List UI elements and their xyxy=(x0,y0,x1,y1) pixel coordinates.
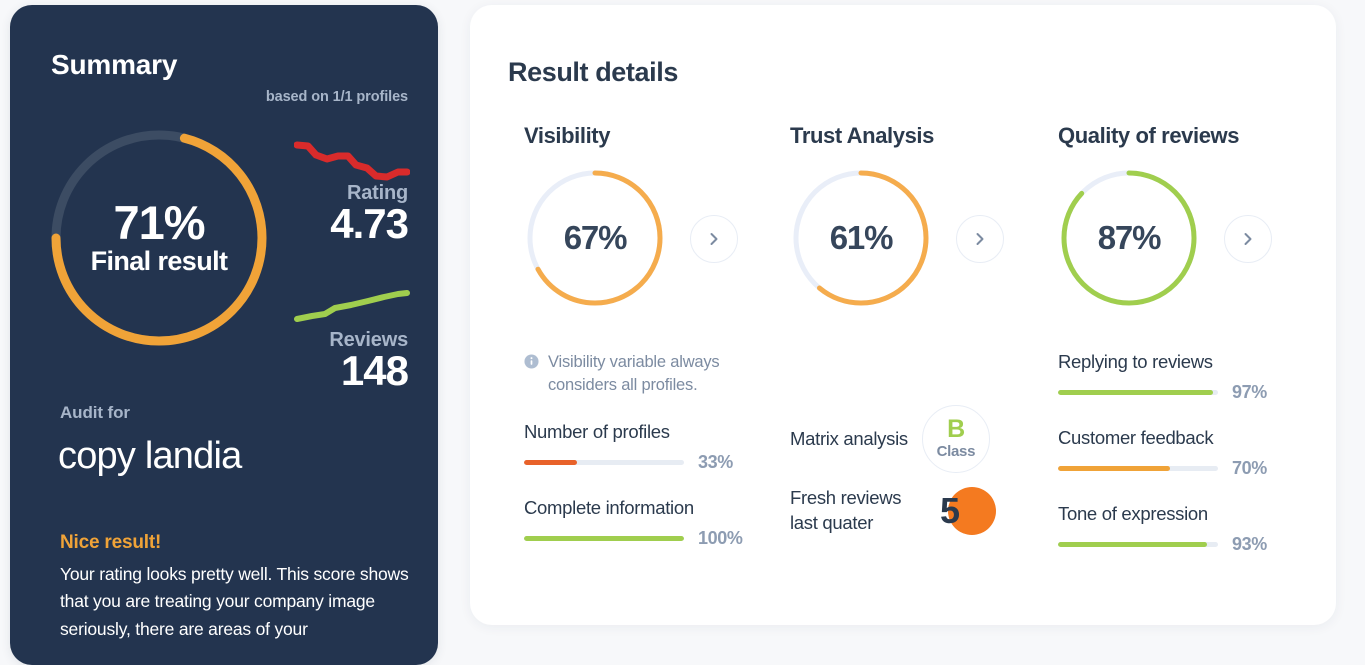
fresh-reviews-row: Fresh reviews last quater 5 xyxy=(790,485,1040,537)
metric-label: Complete information xyxy=(524,497,694,519)
visibility-details-button[interactable] xyxy=(690,215,738,263)
matrix-analysis-label: Matrix analysis xyxy=(790,428,908,449)
metric-value: 97% xyxy=(1232,382,1267,402)
metric-fill xyxy=(524,460,577,466)
column-quality-heading: Quality of reviews xyxy=(1058,123,1240,148)
matrix-analysis-row: Matrix analysis B Class xyxy=(790,405,1040,473)
metric-label: Replying to reviews xyxy=(1058,351,1213,372)
rating-sparkline xyxy=(293,137,411,185)
class-badge: B Class xyxy=(921,405,990,473)
metric-value: 33% xyxy=(698,452,733,473)
trust-donut-value: 61% xyxy=(829,219,894,256)
metric-replying-to-reviews: Replying to reviews 97% xyxy=(1058,351,1318,403)
visibility-info-text: Visibility variable always considers all… xyxy=(548,353,720,395)
column-trust-heading: Trust Analysis xyxy=(790,123,934,148)
rating-value: 4.73 xyxy=(330,200,409,247)
chevron-right-icon xyxy=(710,233,718,245)
quality-details-button[interactable] xyxy=(1224,215,1272,263)
summary-title: Summary xyxy=(51,49,178,80)
reviews-value: 148 xyxy=(340,347,409,394)
reviews-sparkline xyxy=(294,283,410,331)
chevron-right-icon xyxy=(1244,233,1252,245)
visibility-donut-row: 67% xyxy=(524,167,774,309)
metric-fill xyxy=(524,536,684,542)
class-letter: B xyxy=(947,415,965,444)
column-quality-of-reviews: Quality of reviews 87% Replying to revie… xyxy=(1058,123,1318,555)
final-result-text: 71% Final result xyxy=(50,129,268,347)
quality-donut: 87% xyxy=(1058,167,1200,309)
metric-value: 70% xyxy=(1232,458,1267,478)
trust-donut: 61% xyxy=(790,167,932,309)
class-word: Class xyxy=(936,442,976,460)
metric-fill xyxy=(1058,390,1214,395)
company-name: copy landia xyxy=(58,435,242,477)
quality-donut-value: 87% xyxy=(1097,219,1162,256)
final-result-label: Final result xyxy=(90,246,228,277)
metric-value: 93% xyxy=(1232,534,1267,554)
metric-label: Customer feedback xyxy=(1058,427,1214,448)
metric-number-of-profiles: Number of profiles 33% xyxy=(524,421,774,473)
column-visibility: Visibility 67% Visibility variable alway… xyxy=(524,123,774,549)
quality-donut-row: 87% xyxy=(1058,167,1318,309)
metric-track xyxy=(1058,390,1218,395)
metric-track xyxy=(1058,542,1218,547)
metric-label: Tone of expression xyxy=(1058,503,1208,524)
verdict-body: Your rating looks pretty well. This scor… xyxy=(60,564,409,639)
trust-details-button[interactable] xyxy=(956,215,1004,263)
based-on-profiles-label: based on 1/1 profiles xyxy=(265,89,408,105)
metric-complete-information: Complete information 100% xyxy=(524,497,774,549)
metric-tone-of-expression: Tone of expression 93% xyxy=(1058,503,1318,555)
metric-track xyxy=(524,460,684,466)
metric-track xyxy=(524,536,684,542)
metric-customer-feedback: Customer feedback 70% xyxy=(1058,427,1318,479)
metric-fill xyxy=(1058,466,1170,471)
fresh-reviews-label: Fresh reviews last quater xyxy=(790,487,902,533)
metric-value: 100% xyxy=(698,528,743,549)
chevron-right-icon xyxy=(976,233,984,245)
column-visibility-heading: Visibility xyxy=(524,123,611,148)
column-trust-analysis: Trust Analysis 61% Matrix analysis B Cla… xyxy=(790,123,1040,535)
metric-label: Number of profiles xyxy=(524,421,670,443)
result-details-title: Result details xyxy=(508,57,678,87)
result-details-card: Result details Visibility 67% Visibility… xyxy=(470,5,1336,625)
reviews-stat: Reviews 148 xyxy=(329,329,409,394)
verdict-title: Nice result! xyxy=(60,532,162,553)
rating-stat: Rating 4.73 xyxy=(330,182,409,247)
info-icon xyxy=(524,354,539,374)
fresh-reviews-count: 5 xyxy=(940,490,960,531)
audit-for-label: Audit for xyxy=(60,403,130,422)
metric-fill xyxy=(1058,542,1207,547)
summary-card: Summary based on 1/1 profiles 71% Final … xyxy=(10,5,438,665)
visibility-info-note: Visibility variable always considers all… xyxy=(524,351,749,397)
final-result-value: 71% xyxy=(113,196,205,250)
fresh-reviews-badge: 5 xyxy=(930,485,1000,537)
final-result-donut: 71% Final result xyxy=(50,129,268,347)
metric-track xyxy=(1058,466,1218,471)
visibility-donut-value: 67% xyxy=(563,219,628,256)
visibility-donut: 67% xyxy=(524,167,666,309)
trust-donut-row: 61% xyxy=(790,167,1040,309)
dashboard-page: Summary based on 1/1 profiles 71% Final … xyxy=(0,0,1365,665)
